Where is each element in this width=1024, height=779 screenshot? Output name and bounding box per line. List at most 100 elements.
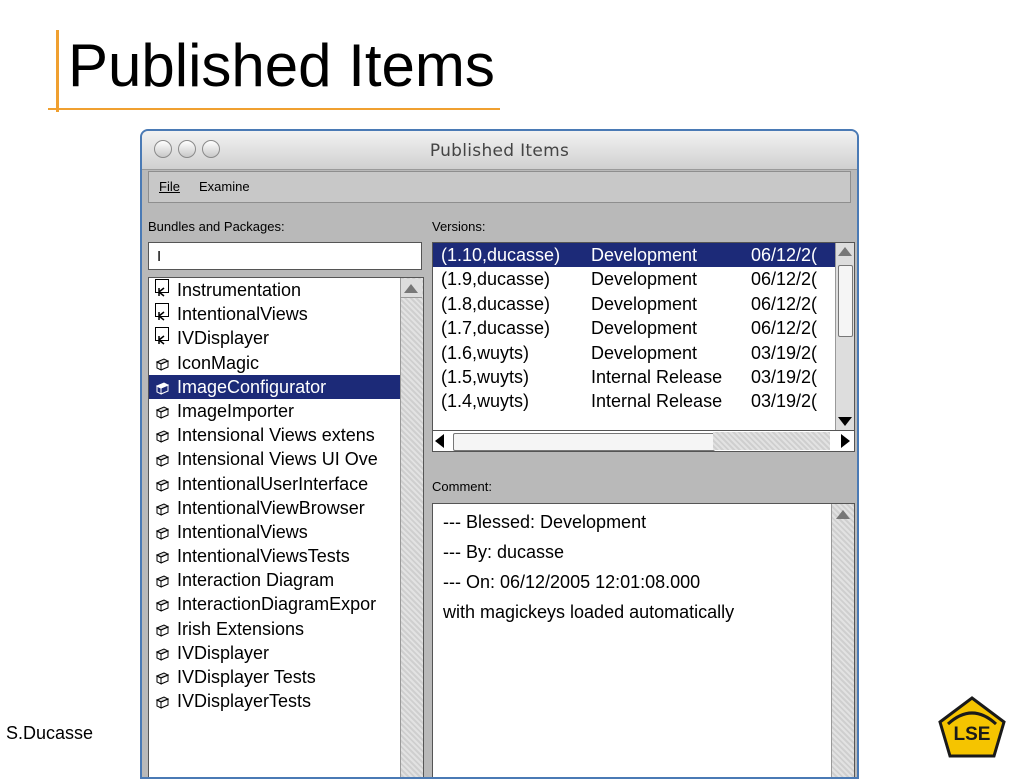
bundles-label: Bundles and Packages: xyxy=(148,219,285,234)
package-list-scrollbar[interactable] xyxy=(400,278,423,777)
comment-label: Comment: xyxy=(432,479,492,494)
bundle-icon xyxy=(155,279,169,297)
comment-line: --- Blessed: Development xyxy=(443,512,647,532)
version-version: (1.9,ducasse) xyxy=(441,269,551,290)
title-underline xyxy=(48,108,500,110)
version-date: 03/19/2( xyxy=(751,342,818,363)
package-list-item[interactable]: Intensional Views UI Ove xyxy=(149,447,423,471)
package-icon xyxy=(155,474,170,492)
lse-logo: LSE xyxy=(938,696,1006,758)
version-row[interactable]: (1.6,wuyts) Development 03/19/2( xyxy=(433,341,854,365)
package-list-item[interactable]: IntentionalUserInterface xyxy=(149,472,423,496)
comment-scrollbar[interactable] xyxy=(831,504,854,777)
package-icon xyxy=(155,425,170,443)
versions-scrollbar[interactable] xyxy=(835,243,854,430)
versions-scroll-thumb[interactable] xyxy=(838,265,853,337)
package-icon xyxy=(155,401,170,419)
version-row[interactable]: (1.4,wuyts) Internal Release 03/19/2( xyxy=(433,389,854,413)
package-list[interactable]: Instrumentation IntentionalViews IVDisplay… xyxy=(148,277,424,777)
version-version: (1.6,wuyts) xyxy=(441,342,530,363)
version-status: Development xyxy=(591,293,698,314)
package-list-item[interactable]: Interaction Diagram xyxy=(149,568,423,592)
package-list-item[interactable]: ImageImporter xyxy=(149,399,423,423)
package-name: IVDisplayer xyxy=(177,642,270,663)
version-version: (1.5,wuyts) xyxy=(441,366,530,387)
package-name: Intensional Views UI Ove xyxy=(177,449,378,470)
menu-file[interactable]: File xyxy=(159,179,180,194)
package-list-item[interactable]: IVDisplayer xyxy=(149,326,423,350)
title-accent-bar xyxy=(56,30,59,112)
versions-hscroll-thumb[interactable] xyxy=(453,433,715,451)
package-list-item[interactable]: IntentionalViewsTests xyxy=(149,544,423,568)
package-list-item[interactable]: Irish Extensions xyxy=(149,617,423,641)
version-date: 03/19/2( xyxy=(751,366,818,387)
comment-text-area[interactable]: --- Blessed: Development --- By: ducasse… xyxy=(432,503,855,777)
package-list-item[interactable]: Intensional Views extens xyxy=(149,423,423,447)
version-date: 03/19/2( xyxy=(751,391,818,412)
version-row[interactable]: (1.8,ducasse) Development 06/12/2( xyxy=(433,292,854,316)
comment-line: --- By: ducasse xyxy=(443,542,565,562)
author-footer: S.Ducasse xyxy=(6,723,94,743)
menu-examine[interactable]: Examine xyxy=(199,179,250,194)
scroll-left-arrow-icon[interactable] xyxy=(435,434,444,448)
package-list-item[interactable]: Instrumentation xyxy=(149,278,423,302)
versions-hscrollbar[interactable] xyxy=(432,430,855,452)
package-name: IconMagic xyxy=(177,352,260,373)
package-list-item[interactable]: IVDisplayerTests xyxy=(149,689,423,713)
comment-line: --- On: 06/12/2005 12:01:08.000 xyxy=(443,572,701,592)
package-list-item[interactable]: IVDisplayer Tests xyxy=(149,665,423,689)
version-status: Development xyxy=(591,269,698,290)
package-list-item[interactable]: IntentionalViews xyxy=(149,520,423,544)
package-name: IntentionalViewsTests xyxy=(177,546,350,567)
package-icon xyxy=(155,449,170,468)
versions-label: Versions: xyxy=(432,219,486,234)
version-row[interactable]: (1.7,ducasse) Development 06/12/2( xyxy=(433,316,854,340)
version-status: Development xyxy=(591,245,698,265)
version-version: (1.7,ducasse) xyxy=(441,318,551,339)
package-name: IVDisplayer xyxy=(177,328,270,349)
package-scroll-up-button[interactable] xyxy=(401,279,422,298)
version-version: (1.4,wuyts) xyxy=(441,391,530,412)
package-icon xyxy=(155,667,170,685)
package-name: IVDisplayerTests xyxy=(177,691,312,712)
package-list-item[interactable]: IconMagic xyxy=(149,351,423,375)
package-name: ImageImporter xyxy=(177,400,295,421)
package-name: Instrumentation xyxy=(177,280,302,300)
version-row[interactable]: (1.9,ducasse) Development 06/12/2( xyxy=(433,267,854,291)
scroll-down-arrow-icon[interactable] xyxy=(838,417,852,426)
version-status: Development xyxy=(591,342,698,363)
version-version: (1.8,ducasse) xyxy=(441,293,551,314)
package-name: IntentionalViews xyxy=(177,304,308,325)
version-date: 06/12/2( xyxy=(751,269,818,290)
bundle-icon xyxy=(155,327,169,345)
version-status: Internal Release xyxy=(591,366,723,387)
package-name: IntentionalUserInterface xyxy=(177,473,369,494)
version-status: Development xyxy=(591,318,698,339)
package-list-item[interactable]: IntentionalViews xyxy=(149,302,423,326)
window-title: Published Items xyxy=(429,141,570,161)
package-list-item[interactable]: IVDisplayer xyxy=(149,641,423,665)
package-list-item[interactable]: IntentionalViewBrowser xyxy=(149,496,423,520)
comment-line: with magickeys loaded automatically xyxy=(443,602,735,622)
package-icon xyxy=(155,377,170,395)
package-name: InteractionDiagramExpor xyxy=(177,594,377,615)
package-icon xyxy=(155,522,170,540)
window-titlebar[interactable]: Published Items xyxy=(142,131,857,170)
package-icon xyxy=(155,570,170,589)
package-filter-input[interactable]: I xyxy=(148,242,422,270)
version-status: Internal Release xyxy=(591,391,723,412)
package-name: Interaction Diagram xyxy=(177,570,335,591)
package-icon xyxy=(155,498,170,516)
scroll-right-arrow-icon[interactable] xyxy=(841,434,850,448)
package-name: Intensional Views extens xyxy=(177,425,375,446)
package-icon xyxy=(155,619,170,637)
version-date: 06/12/2( xyxy=(751,293,818,314)
versions-list[interactable]: (1.10,ducasse) Development 06/12/2((1.9,du… xyxy=(432,242,855,431)
package-list-item[interactable]: InteractionDiagramExpor xyxy=(149,592,423,616)
version-row[interactable]: (1.5,wuyts) Internal Release 03/19/2( xyxy=(433,365,854,389)
package-name: ImageConfigurator xyxy=(177,376,327,397)
published-items-window: Published Items File Examine Bundles and… xyxy=(140,129,859,779)
version-date: 06/12/2( xyxy=(751,318,818,339)
package-list-item[interactable]: ImageConfigurator xyxy=(149,374,423,399)
version-row[interactable]: (1.10,ducasse) Development 06/12/2( xyxy=(433,243,854,268)
